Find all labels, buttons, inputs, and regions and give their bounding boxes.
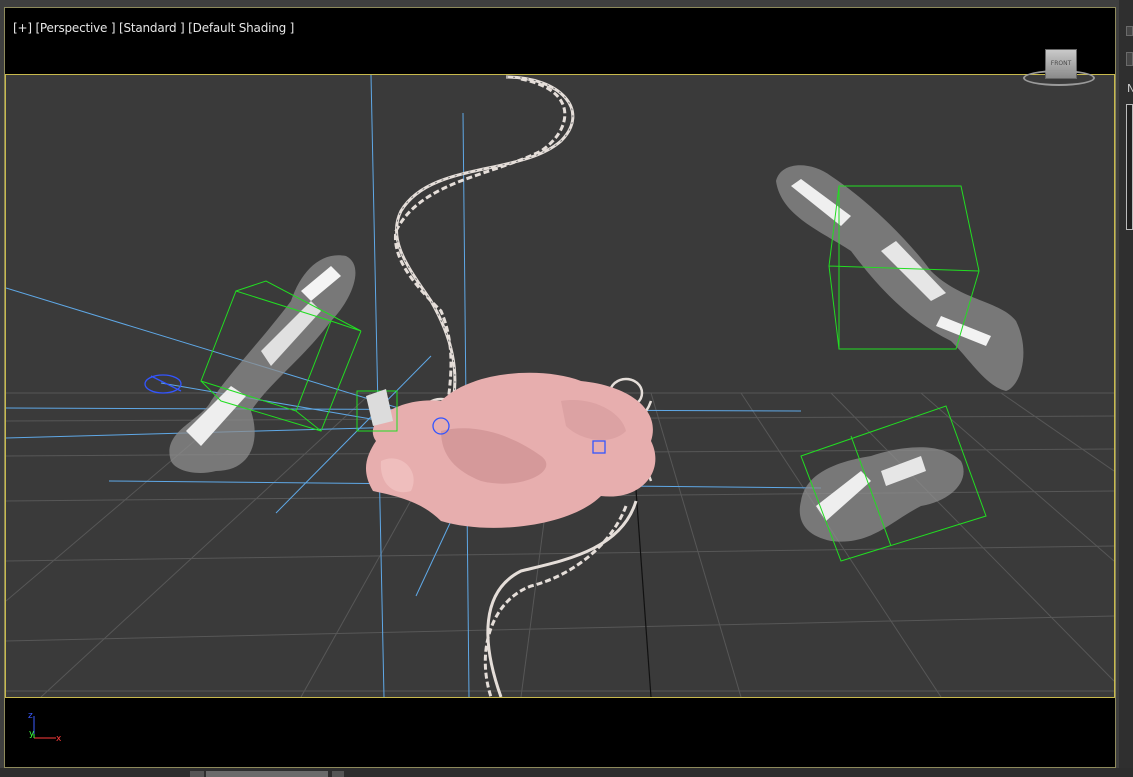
smoke-object-left[interactable] xyxy=(169,255,356,473)
viewport-label-menu[interactable]: [+] [Perspective ] [Standard ] [Default … xyxy=(13,21,294,35)
panel-list-box[interactable] xyxy=(1126,104,1133,230)
viewport-shading-menu[interactable]: [Default Shading ] xyxy=(188,21,294,35)
axis-z-label: z xyxy=(28,711,33,721)
safe-frame xyxy=(5,74,1115,698)
dna-helix-lower[interactable] xyxy=(483,500,638,697)
smoke-object-right-top[interactable] xyxy=(776,165,1024,391)
panel-label: N xyxy=(1127,82,1133,95)
viewport-point-of-view-menu[interactable]: [Perspective ] xyxy=(35,21,115,35)
panel-button[interactable] xyxy=(1126,52,1133,66)
viewcube-compass-ring[interactable] xyxy=(1023,70,1095,86)
bottom-bar xyxy=(0,768,1133,777)
light-target-lines[interactable] xyxy=(6,75,822,697)
axis-tripod: z y x xyxy=(28,711,62,744)
axis-x-label: x xyxy=(56,734,62,744)
bottom-tab[interactable] xyxy=(332,771,344,777)
bottom-tab[interactable] xyxy=(190,771,204,777)
viewcube[interactable]: FRONT xyxy=(1020,46,1100,92)
time-slider-thumb[interactable] xyxy=(206,771,328,777)
smoke-object-right-bottom[interactable] xyxy=(799,447,964,542)
viewport-standard-menu[interactable]: [Standard ] xyxy=(119,21,185,35)
command-panel-edge[interactable]: N xyxy=(1119,0,1133,777)
viewport-general-menu[interactable]: [+] xyxy=(13,21,32,35)
panel-tab[interactable] xyxy=(1126,26,1133,36)
pink-molecule-surface[interactable] xyxy=(365,372,656,528)
scene-canvas[interactable] xyxy=(6,75,1114,697)
axis-y-label: y xyxy=(29,729,35,739)
